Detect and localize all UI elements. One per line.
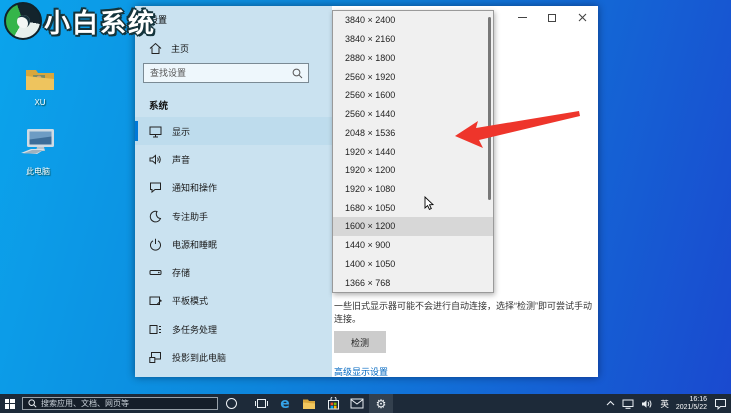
resolution-option[interactable]: 1400 × 1050 <box>333 255 493 274</box>
mail-button[interactable] <box>345 394 369 413</box>
multitask-icon <box>149 324 161 334</box>
store-icon <box>327 397 339 410</box>
settings-search-input[interactable] <box>144 68 292 78</box>
sidebar-item-home[interactable]: 主页 <box>149 42 189 55</box>
resolution-option[interactable]: 1920 × 1080 <box>333 180 493 199</box>
search-icon <box>28 399 37 408</box>
maximize-button[interactable] <box>546 12 558 23</box>
storage-icon <box>149 270 162 276</box>
minimize-button[interactable] <box>516 12 528 23</box>
cortana-button[interactable] <box>226 398 237 409</box>
resolution-option[interactable]: 3840 × 2160 <box>333 30 493 49</box>
resolution-option[interactable]: 1920 × 1200 <box>333 161 493 180</box>
taskbar: 搜索应用、文档、网页等 e ⚙ 英 16:16 2021/5/22 <box>0 394 731 413</box>
watermark-brand: 小白系统 <box>4 2 156 40</box>
clock-date: 2021/5/22 <box>675 403 707 411</box>
search-icon <box>292 68 303 78</box>
red-annotation-arrow <box>443 100 583 152</box>
home-label: 主页 <box>171 44 190 54</box>
detect-note-text: 一些旧式显示器可能不会进行自动连接，选择“检测”即可尝试手动连接。 <box>334 301 592 324</box>
brand-name: 小白系统 <box>44 7 157 38</box>
sidebar-nav: 显示 声音 通知和操作 专注助手 电源和睡眠 存储 平板模式 多任务处理 投影到… <box>135 117 332 372</box>
sidebar-item-multitasking[interactable]: 多任务处理 <box>135 315 332 343</box>
resolution-option[interactable]: 2560 × 1920 <box>333 67 493 86</box>
clock-time: 16:16 <box>689 395 707 403</box>
tablet-icon <box>149 296 162 306</box>
settings-window: 设置 主页 系统 显示 声音 <box>135 6 598 377</box>
task-view-button[interactable] <box>249 394 273 413</box>
display-icon <box>149 126 162 138</box>
project-icon <box>149 352 161 364</box>
desktop-icon-this-pc[interactable]: 此电脑 <box>12 128 64 177</box>
file-explorer-button[interactable] <box>297 394 321 413</box>
resolution-option[interactable]: 3840 × 2400 <box>333 11 493 30</box>
computer-icon <box>21 129 54 154</box>
tray-chevron-icon[interactable] <box>606 400 615 406</box>
taskbar-search-box[interactable]: 搜索应用、文档、网页等 <box>22 397 218 410</box>
window-controls <box>516 12 588 23</box>
taskbar-clock[interactable]: 16:16 2021/5/22 <box>676 396 707 412</box>
mail-icon <box>350 398 364 409</box>
sidebar-item-power-sleep[interactable]: 电源和睡眠 <box>135 230 332 258</box>
sidebar-item-projecting[interactable]: 投影到此电脑 <box>135 343 332 371</box>
sidebar-item-display[interactable]: 显示 <box>135 117 332 146</box>
brand-logo-icon <box>4 2 42 40</box>
folder-icon <box>26 70 54 90</box>
action-center-icon[interactable] <box>714 398 727 410</box>
settings-search-box[interactable] <box>143 63 309 83</box>
resolution-option[interactable]: 1366 × 768 <box>333 273 493 292</box>
resolution-option[interactable]: 1440 × 900 <box>333 236 493 255</box>
resolution-option-highlighted[interactable]: 1600 × 1200 <box>333 217 493 236</box>
sidebar-item-focus-assist[interactable]: 专注助手 <box>135 202 332 230</box>
microsoft-store-button[interactable] <box>321 394 345 413</box>
close-icon <box>578 13 586 22</box>
system-tray: 英 16:16 2021/5/22 <box>606 394 727 413</box>
folder-icon <box>303 399 315 409</box>
task-view-icon <box>254 399 268 408</box>
start-button[interactable] <box>0 394 19 413</box>
sidebar-item-notifications[interactable]: 通知和操作 <box>135 174 332 202</box>
power-icon <box>150 238 161 251</box>
desktop-icon-user-folder[interactable]: XU <box>14 66 66 107</box>
resolution-option[interactable]: 2880 × 1800 <box>333 48 493 67</box>
detect-button[interactable]: 检测 <box>334 331 386 353</box>
resolution-option[interactable]: 1680 × 1050 <box>333 198 493 217</box>
desktop-icon-label: 此电脑 <box>26 167 50 176</box>
sidebar-section-header: 系统 <box>149 101 169 112</box>
sidebar-item-sound[interactable]: 声音 <box>135 145 332 173</box>
sidebar-item-tablet-mode[interactable]: 平板模式 <box>135 287 332 315</box>
taskbar-search-placeholder: 搜索应用、文档、网页等 <box>41 399 129 408</box>
mouse-cursor <box>424 195 436 217</box>
settings-app-button[interactable] <box>369 394 393 413</box>
volume-icon[interactable] <box>641 399 653 409</box>
close-button[interactable] <box>576 12 588 23</box>
notification-icon <box>150 182 161 194</box>
advanced-display-settings-link[interactable]: 高级显示设置 <box>334 365 388 378</box>
input-language-indicator[interactable]: 英 <box>660 398 669 410</box>
edge-browser-button[interactable] <box>273 394 297 413</box>
moon-icon <box>149 210 162 222</box>
desktop-icon-label: XU <box>34 98 46 107</box>
home-icon <box>149 42 162 54</box>
sidebar-item-storage[interactable]: 存储 <box>135 258 332 286</box>
network-icon[interactable] <box>622 399 634 409</box>
windows-logo-icon <box>4 398 15 409</box>
sound-icon <box>149 154 161 165</box>
